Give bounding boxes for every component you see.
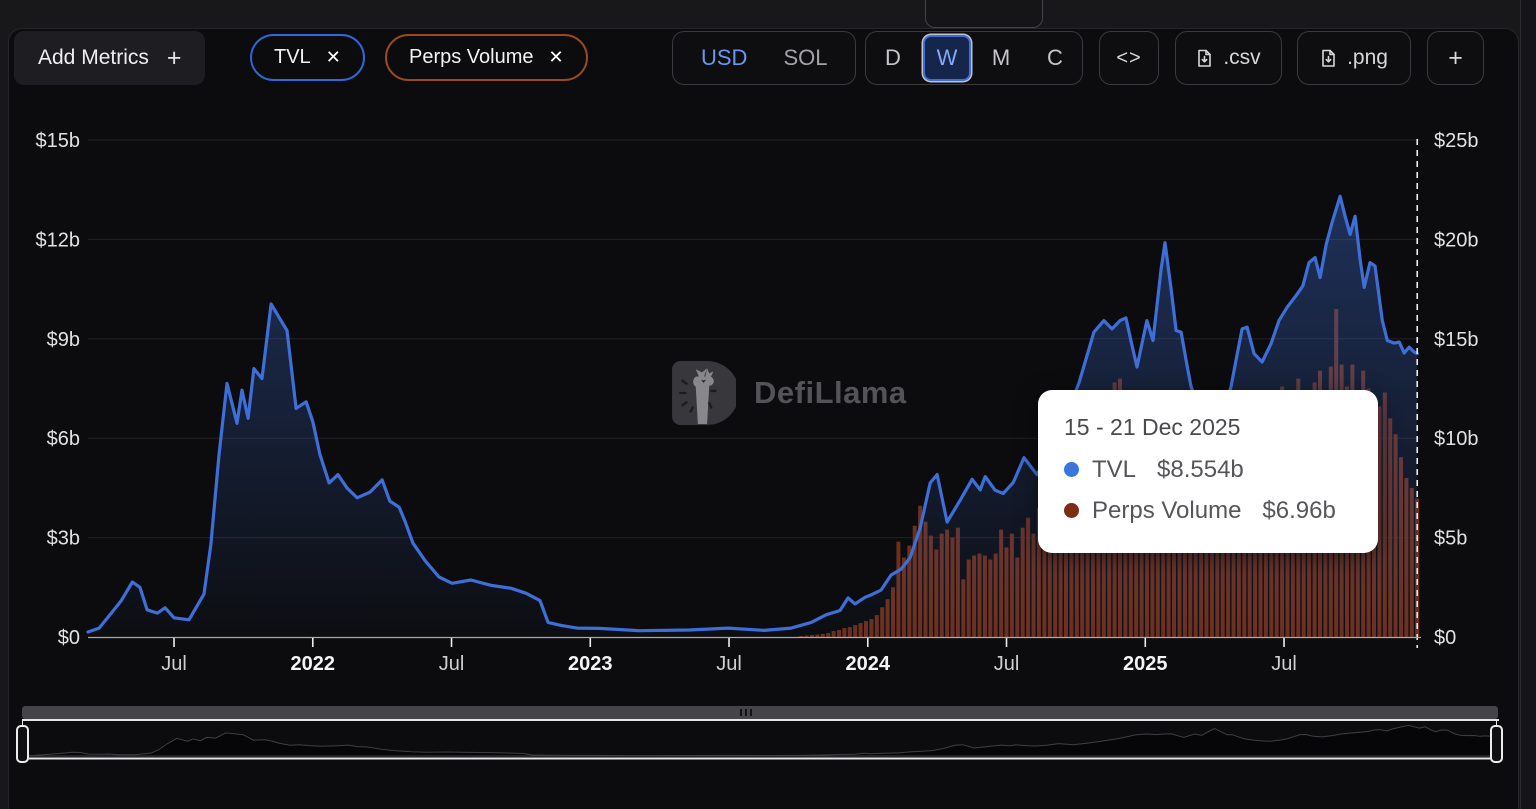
svg-text:$0: $0 <box>1434 627 1456 649</box>
main-chart[interactable]: Jul 2022 Jul 2023 Jul 2024 Jul 2025 Jul $0 $3b $6b… <box>0 0 1536 700</box>
svg-text:2025: 2025 <box>1123 653 1168 675</box>
svg-text:Jul: Jul <box>161 653 187 675</box>
tooltip-date: 15 - 21 Dec 2025 <box>1064 414 1352 441</box>
chart-tooltip: 15 - 21 Dec 2025 TVL $8.554b Perps Volum… <box>1038 390 1378 553</box>
svg-text:$9b: $9b <box>47 329 80 351</box>
y-axis-right-labels: $0 $5b $10b $15b $20b $25b <box>1434 130 1479 649</box>
llama-logo-icon <box>670 360 736 426</box>
tooltip-tvl-label: TVL <box>1092 456 1136 484</box>
svg-text:$0: $0 <box>58 627 80 649</box>
tooltip-row-tvl: TVL $8.554b <box>1064 449 1352 490</box>
range-brush[interactable] <box>0 700 1536 809</box>
svg-text:$15b: $15b <box>1434 329 1479 351</box>
svg-text:$6b: $6b <box>47 428 80 450</box>
svg-text:Jul: Jul <box>1271 653 1297 675</box>
tooltip-perps-label: Perps Volume <box>1092 497 1241 525</box>
svg-text:2023: 2023 <box>568 653 613 675</box>
svg-text:2022: 2022 <box>291 653 336 675</box>
svg-text:$25b: $25b <box>1434 130 1479 152</box>
svg-text:$20b: $20b <box>1434 229 1479 251</box>
svg-text:$3b: $3b <box>47 528 80 550</box>
defillama-chart-page: Add Metrics + TVL ✕ Perps Volume ✕ USD S… <box>0 0 1536 809</box>
x-axis: Jul 2022 Jul 2023 Jul 2024 Jul 2025 Jul <box>88 638 1421 676</box>
svg-text:$5b: $5b <box>1434 528 1467 550</box>
tooltip-tvl-value: $8.554b <box>1157 456 1244 484</box>
tooltip-row-perps: Perps Volume $6.96b <box>1064 490 1352 531</box>
watermark-text: DefiLlama <box>754 375 907 411</box>
brush-handle-right[interactable] <box>1490 725 1503 763</box>
tvl-dot-icon <box>1064 462 1079 477</box>
svg-text:$15b: $15b <box>36 130 81 152</box>
svg-text:2024: 2024 <box>846 653 891 675</box>
svg-text:Jul: Jul <box>994 653 1020 675</box>
svg-text:Jul: Jul <box>716 653 742 675</box>
perps-dot-icon <box>1064 503 1079 518</box>
tooltip-perps-value: $6.96b <box>1262 497 1335 525</box>
defillama-watermark: DefiLlama <box>670 360 907 426</box>
y-axis-left-labels: $0 $3b $6b $9b $12b $15b <box>36 130 81 649</box>
svg-text:$12b: $12b <box>36 229 81 251</box>
svg-text:$10b: $10b <box>1434 428 1479 450</box>
brush-handle-left[interactable] <box>16 725 29 763</box>
svg-text:Jul: Jul <box>439 653 465 675</box>
minimap-series <box>23 725 1497 756</box>
